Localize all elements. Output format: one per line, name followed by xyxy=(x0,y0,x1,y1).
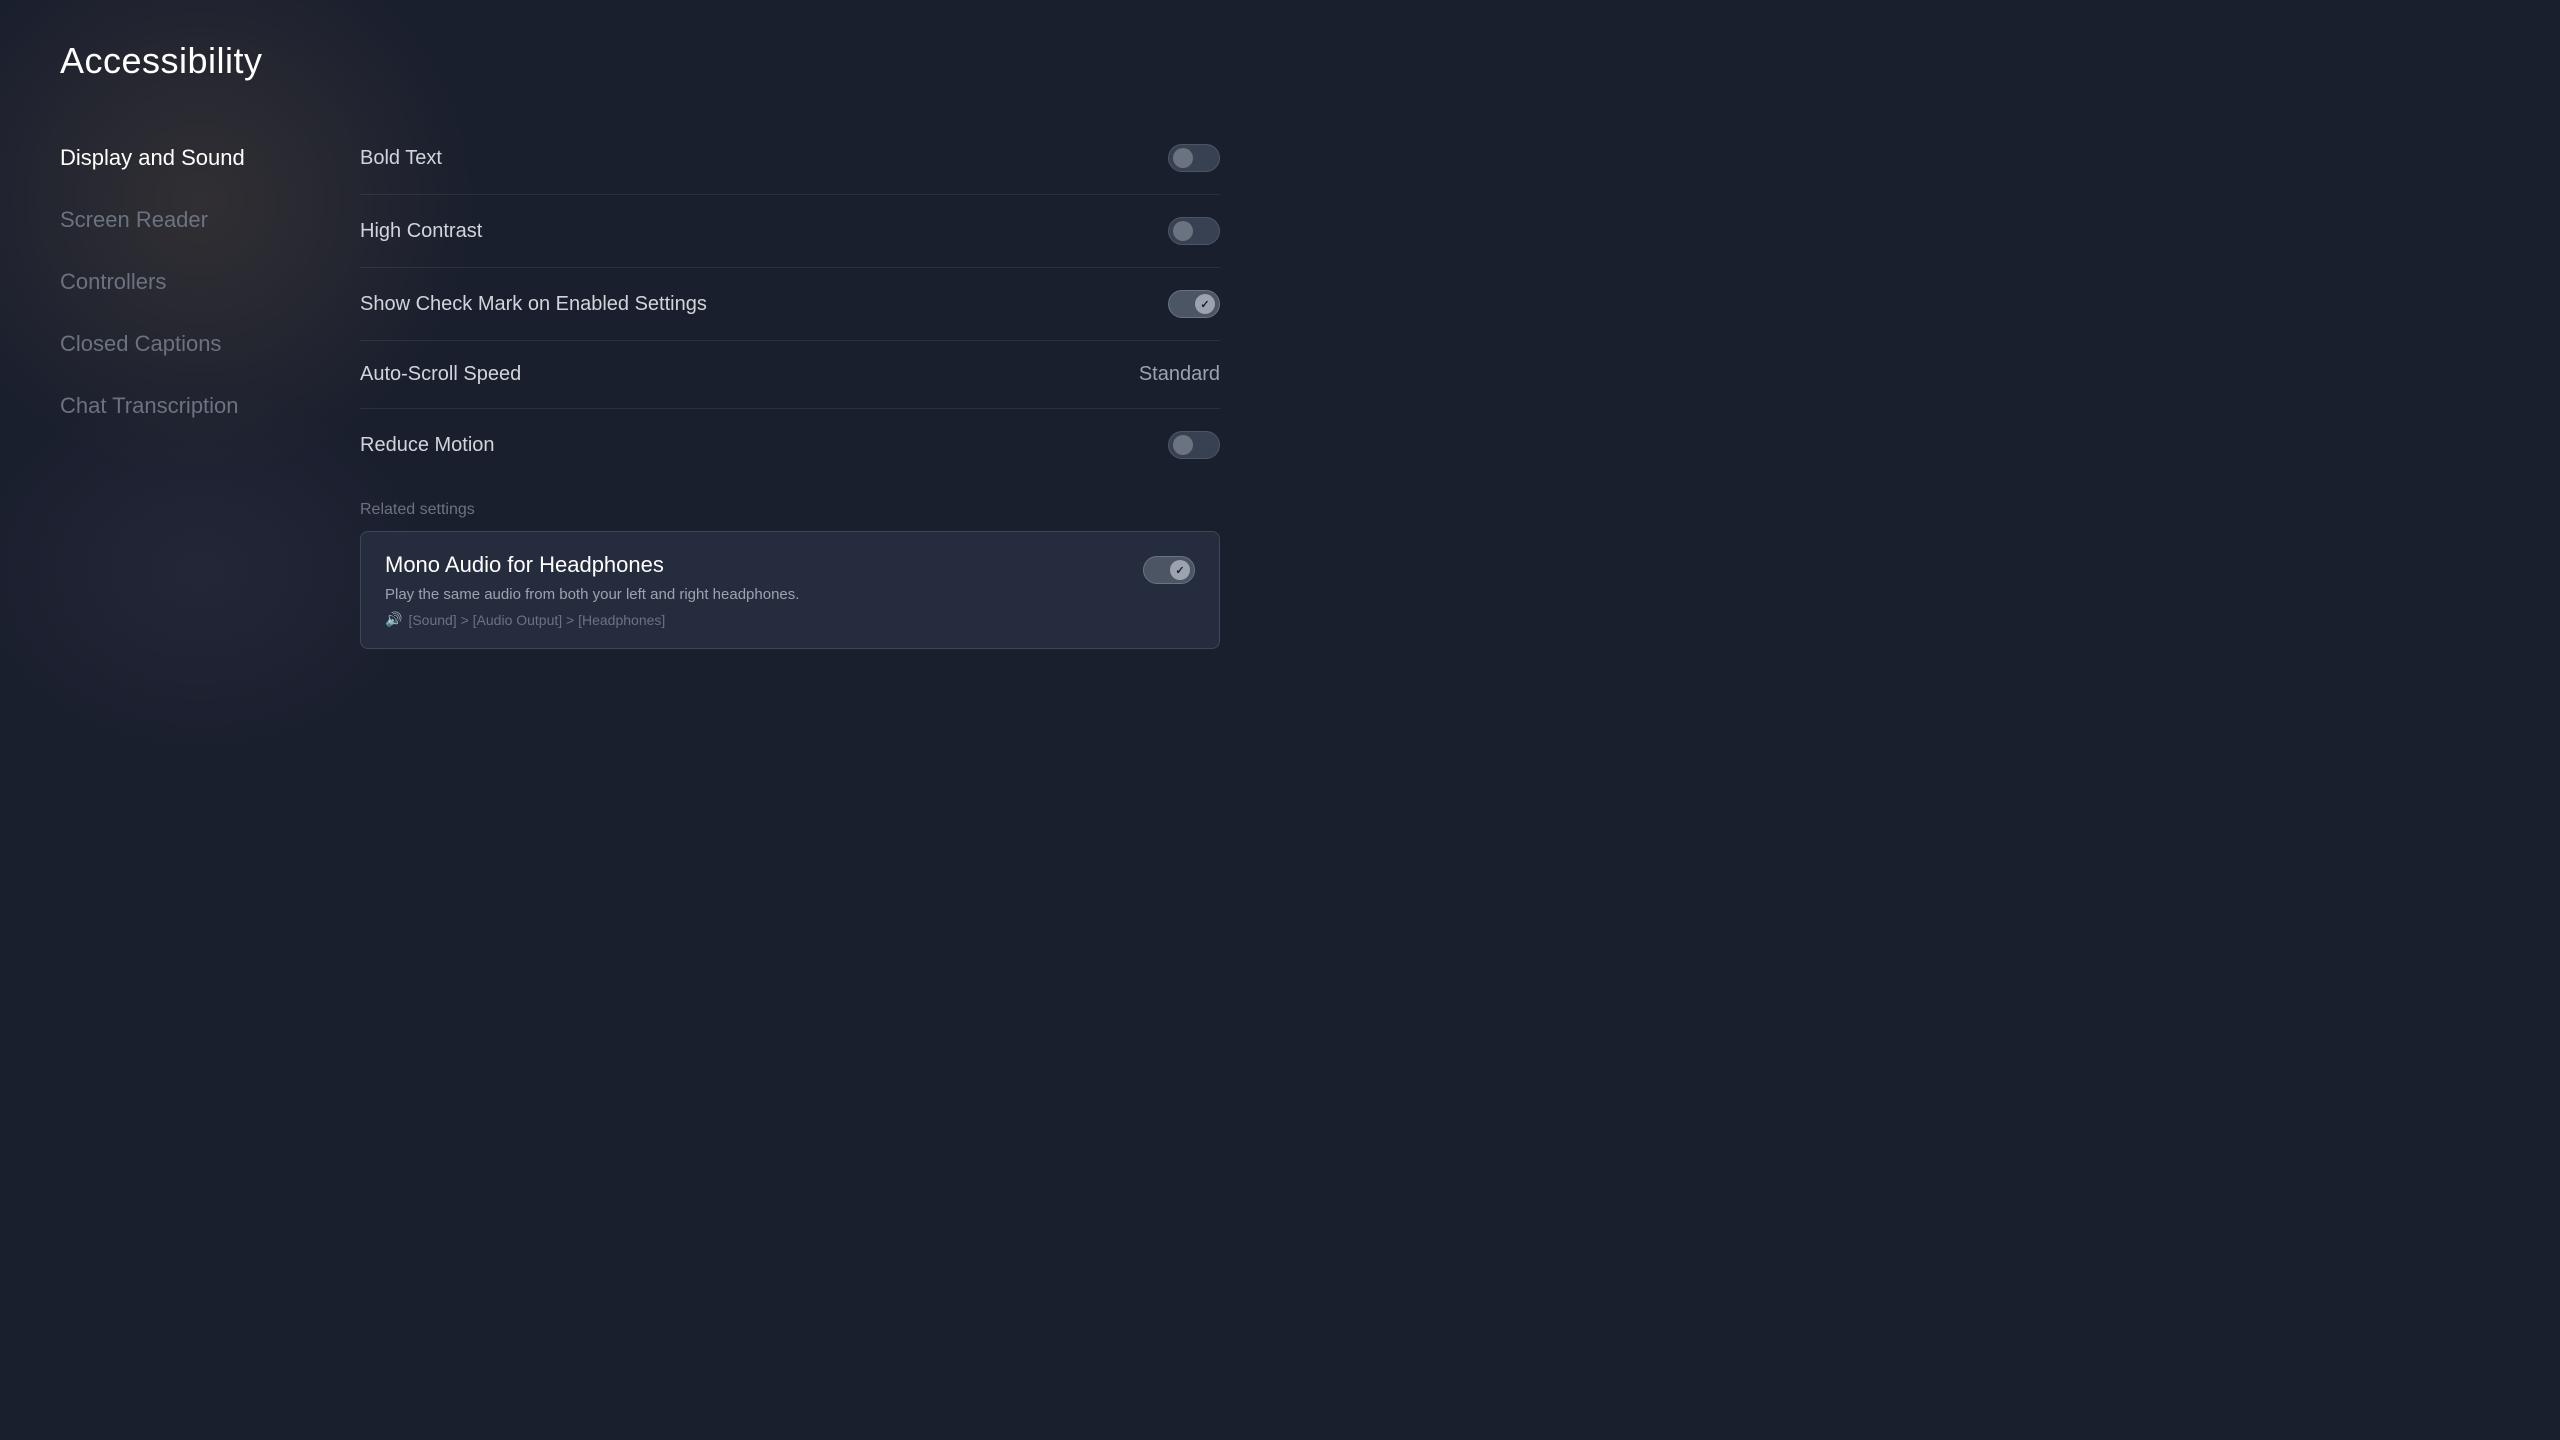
setting-value-auto-scroll-speed: Standard xyxy=(1139,363,1220,386)
toggle-knob-reduce-motion xyxy=(1173,435,1193,455)
toggle-knob-high-contrast xyxy=(1173,221,1193,241)
setting-label-bold-text: Bold Text xyxy=(360,147,442,170)
sidebar-item-closed-captions[interactable]: Closed Captions xyxy=(60,313,340,375)
toggle-bold-text[interactable] xyxy=(1168,144,1220,172)
speaker-icon: 🔊 xyxy=(385,611,402,628)
settings-rows: Bold Text High Contrast Show Check Mark on… xyxy=(360,122,1220,481)
sidebar-item-display-and-sound[interactable]: Display and Sound xyxy=(60,127,340,189)
setting-label-high-contrast: High Contrast xyxy=(360,220,482,243)
related-card-path: 🔊 [Sound] > [Audio Output] > [Headphones… xyxy=(385,611,1123,628)
sidebar-item-chat-transcription[interactable]: Chat Transcription xyxy=(60,375,340,437)
content-area: Display and SoundScreen ReaderController… xyxy=(60,122,1220,680)
toggle-reduce-motion[interactable] xyxy=(1168,431,1220,459)
toggle-knob-show-check-mark xyxy=(1195,294,1215,314)
related-settings-card[interactable]: Mono Audio for Headphones Play the same … xyxy=(360,531,1220,649)
toggle-knob-bold-text xyxy=(1173,148,1193,168)
setting-row-show-check-mark[interactable]: Show Check Mark on Enabled Settings xyxy=(360,268,1220,341)
setting-row-bold-text[interactable]: Bold Text xyxy=(360,122,1220,195)
page-container: Accessibility Display and SoundScreen Re… xyxy=(0,0,1280,720)
setting-row-auto-scroll-speed[interactable]: Auto-Scroll Speed Standard xyxy=(360,341,1220,409)
related-card-title: Mono Audio for Headphones xyxy=(385,552,1123,578)
related-card-description: Play the same audio from both your left … xyxy=(385,586,1123,603)
setting-label-reduce-motion: Reduce Motion xyxy=(360,434,495,457)
toggle-high-contrast[interactable] xyxy=(1168,217,1220,245)
related-settings-section: Related settings Mono Audio for Headphon… xyxy=(360,501,1220,649)
page-title: Accessibility xyxy=(60,40,1220,82)
related-card-path-text: [Sound] > [Audio Output] > [Headphones] xyxy=(408,612,665,628)
setting-row-reduce-motion[interactable]: Reduce Motion xyxy=(360,409,1220,481)
toggle-knob xyxy=(1170,560,1190,580)
sidebar: Display and SoundScreen ReaderController… xyxy=(60,122,340,680)
related-card-info: Mono Audio for Headphones Play the same … xyxy=(385,552,1123,628)
toggle-show-check-mark[interactable] xyxy=(1168,290,1220,318)
sidebar-item-screen-reader[interactable]: Screen Reader xyxy=(60,189,340,251)
setting-label-show-check-mark: Show Check Mark on Enabled Settings xyxy=(360,293,707,316)
sidebar-item-controllers[interactable]: Controllers xyxy=(60,251,340,313)
setting-row-high-contrast[interactable]: High Contrast xyxy=(360,195,1220,268)
setting-label-auto-scroll-speed: Auto-Scroll Speed xyxy=(360,363,521,386)
settings-panel: Bold Text High Contrast Show Check Mark on… xyxy=(340,122,1220,680)
related-settings-label: Related settings xyxy=(360,501,1220,519)
related-card-toggle[interactable] xyxy=(1143,556,1195,584)
